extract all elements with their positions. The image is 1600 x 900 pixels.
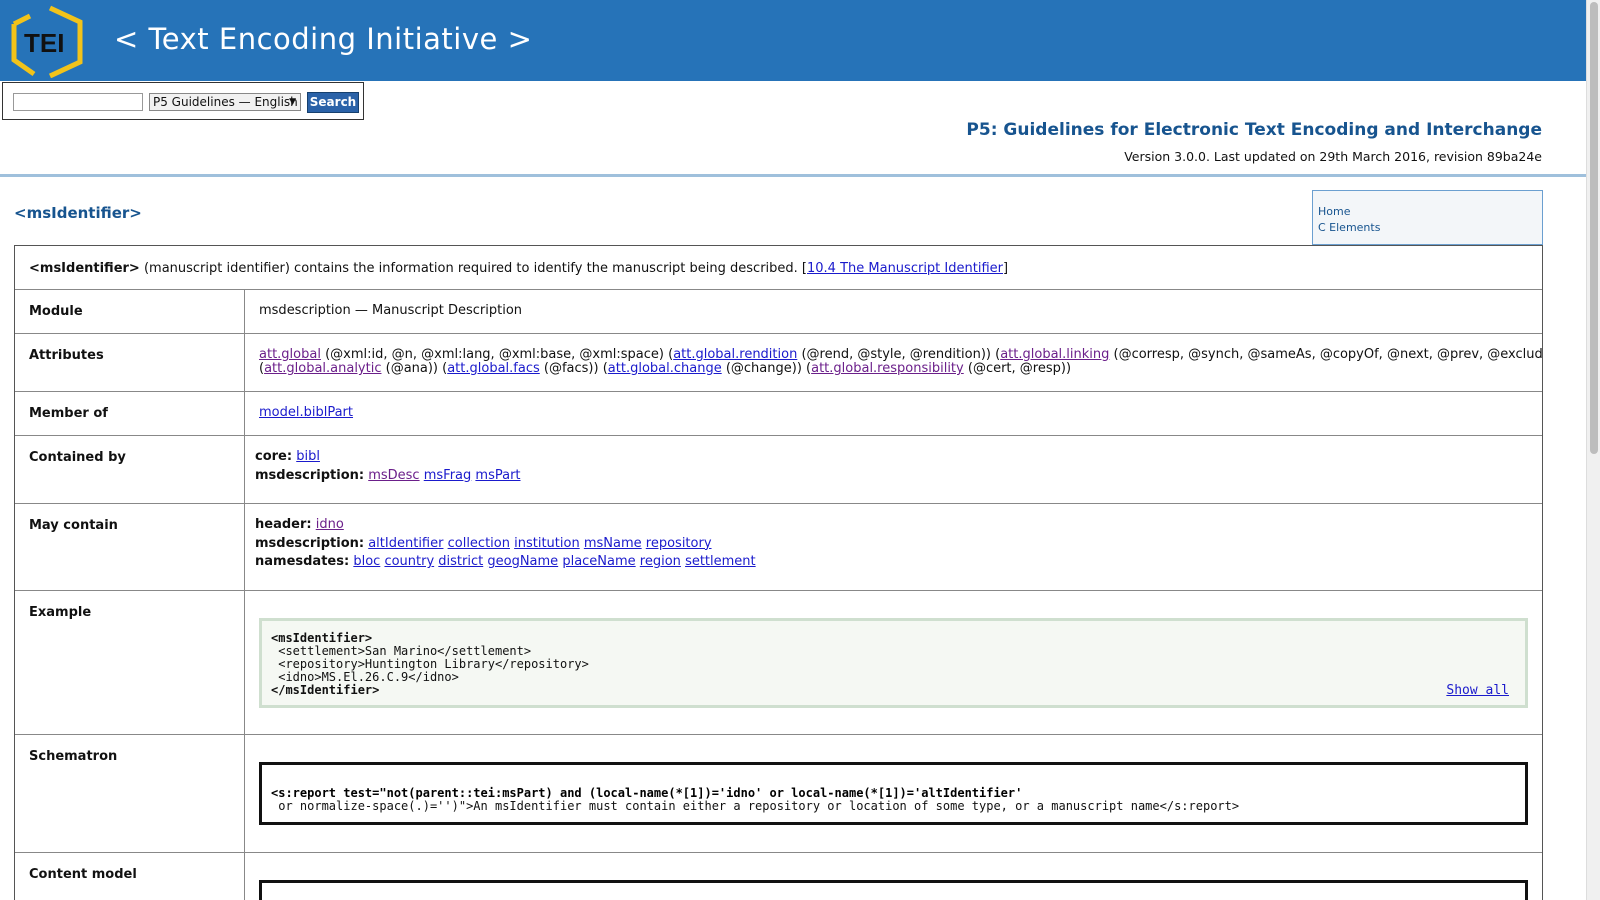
element-link[interactable]: repository: [646, 536, 712, 551]
example-row: Example <msIdentifier> <settlement>San M…: [15, 591, 1542, 735]
element-link[interactable]: settlement: [685, 554, 756, 569]
element-spec-table: <msIdentifier> (manuscript identifier) c…: [14, 245, 1543, 900]
header-divider: [0, 174, 1586, 177]
attribute-class-link[interactable]: att.global: [259, 347, 321, 362]
element-link[interactable]: bloc: [353, 554, 380, 569]
module-name: msdescription:: [255, 467, 365, 483]
element-link[interactable]: collection: [448, 536, 510, 551]
may-contain-row: May contain header: idno msdescription: …: [15, 504, 1542, 591]
content-model-row: Content model: [15, 853, 1542, 900]
attribute-class-link[interactable]: att.global.rendition: [673, 347, 797, 362]
row-label: Member of: [29, 406, 108, 421]
element-link[interactable]: district: [438, 554, 483, 569]
module-name: header:: [255, 517, 312, 532]
attribute-list: (@xml:id, @n, @xml:lang, @xml:base, @xml…: [320, 347, 674, 362]
description-element-name: <msIdentifier>: [29, 261, 140, 276]
element-link[interactable]: idno: [316, 517, 344, 532]
manuscript-identifier-section-link[interactable]: 10.4 The Manuscript Identifier: [807, 261, 1003, 276]
description-row: <msIdentifier> (manuscript identifier) c…: [15, 246, 1542, 290]
row-label: May contain: [29, 518, 118, 533]
side-navigation: Home C Elements: [1312, 190, 1543, 245]
page-title: <msIdentifier>: [14, 204, 142, 222]
attributes-value: att.global (@xml:id, @n, @xml:lang, @xml…: [259, 347, 1543, 376]
element-link[interactable]: msDesc: [368, 468, 419, 483]
attributes-row: Attributes att.global (@xml:id, @n, @xml…: [15, 334, 1542, 392]
attribute-list: (@change)) (: [721, 361, 812, 376]
element-link[interactable]: region: [640, 554, 681, 569]
description-text: (manuscript identifier) contains the inf…: [139, 261, 807, 276]
attribute-class-link[interactable]: att.global.analytic: [264, 361, 381, 376]
module-group: header: idno: [255, 516, 756, 535]
attribute-list: (@rend, @style, @rendition)) (: [797, 347, 1001, 362]
example-code-block: <msIdentifier> <settlement>San Marino</s…: [259, 618, 1528, 708]
module-name: msdescription:: [255, 535, 365, 551]
description-close: ]: [1002, 261, 1009, 276]
site-banner: TEI < Text Encoding Initiative >: [0, 0, 1586, 81]
schematron-code-block: <s:report test="not(parent::tei:msPart) …: [259, 762, 1528, 825]
attribute-list: (@corresp, @synch, @sameAs, @copyOf, @ne…: [1113, 347, 1543, 362]
element-link[interactable]: altIdentifier: [368, 536, 443, 551]
row-label: Content model: [29, 867, 137, 882]
search-form: P5 Guidelines — English ▼ Search: [2, 82, 364, 120]
row-label: Example: [29, 605, 92, 620]
module-group: msdescription: msDesc msFrag msPart: [255, 467, 521, 486]
element-link[interactable]: msFrag: [424, 468, 472, 483]
page-scrollbar[interactable]: [1586, 0, 1600, 900]
element-link[interactable]: institution: [514, 536, 580, 551]
module-name: namesdates:: [255, 554, 350, 569]
svg-text:TEI: TEI: [24, 28, 64, 58]
row-label: Attributes: [29, 348, 104, 363]
scrollbar-thumb[interactable]: [1590, 2, 1598, 454]
guidelines-title: P5: Guidelines for Electronic Text Encod…: [966, 120, 1542, 140]
code-line: <idno>MS.El.26.C.9</idno>: [271, 670, 459, 684]
content-model-code-block: [259, 880, 1528, 900]
element-description: <msIdentifier> (manuscript identifier) c…: [29, 261, 1008, 276]
module-group: msdescription: altIdentifier collection …: [255, 535, 756, 554]
element-link[interactable]: bibl: [296, 449, 320, 464]
attribute-class-link[interactable]: att.global.responsibility: [811, 361, 964, 376]
schematron-row: Schematron <s:report test="not(parent::t…: [15, 735, 1542, 853]
site-title: < Text Encoding Initiative >: [114, 22, 533, 56]
module-group: namesdates: bloc country district geogNa…: [255, 553, 756, 572]
element-link[interactable]: placeName: [562, 554, 635, 569]
member-of-row: Member of model.biblPart: [15, 392, 1542, 436]
attribute-class-link[interactable]: att.global.linking: [1000, 347, 1109, 362]
module-value: msdescription — Manuscript Description: [259, 303, 523, 318]
nav-link-home[interactable]: Home: [1318, 204, 1537, 220]
dropdown-arrow-icon: ▼: [289, 97, 296, 107]
select-value: P5 Guidelines — English: [153, 95, 298, 109]
attribute-class-link[interactable]: att.global.change: [608, 361, 722, 376]
model-link[interactable]: model.biblPart: [259, 405, 353, 420]
search-input[interactable]: [13, 93, 143, 111]
element-link[interactable]: country: [384, 554, 434, 569]
row-label: Contained by: [29, 450, 126, 465]
row-label: Schematron: [29, 749, 118, 764]
may-contain-value: header: idno msdescription: altIdentifie…: [255, 516, 756, 572]
contained-by-value: core: bibl msdescription: msDesc msFrag …: [255, 448, 521, 485]
row-label: Module: [29, 304, 83, 319]
code-line: </msIdentifier>: [271, 683, 380, 697]
guidelines-language-select[interactable]: P5 Guidelines — English ▼: [149, 93, 301, 111]
module-row: Module msdescription — Manuscript Descri…: [15, 290, 1542, 334]
code-line: or normalize-space(.)='')">An msIdentifi…: [271, 799, 1240, 813]
attribute-list: (@cert, @resp)): [963, 361, 1072, 376]
search-button[interactable]: Search: [307, 92, 359, 113]
element-link[interactable]: msPart: [475, 468, 520, 483]
tei-logo-icon[interactable]: TEI: [10, 4, 84, 78]
show-all-link[interactable]: Show all: [1446, 684, 1509, 697]
attribute-list: (@ana)) (: [381, 361, 448, 376]
element-link[interactable]: msName: [584, 536, 642, 551]
contained-by-row: Contained by core: bibl msdescription: m…: [15, 436, 1542, 504]
module-name: core:: [255, 449, 293, 464]
element-link[interactable]: geogName: [487, 554, 558, 569]
attribute-list: (@facs)) (: [539, 361, 608, 376]
member-of-value: model.biblPart: [259, 406, 353, 420]
attribute-class-link[interactable]: att.global.facs: [447, 361, 540, 376]
module-group: core: bibl: [255, 448, 521, 467]
version-info: Version 3.0.0. Last updated on 29th Marc…: [1124, 149, 1542, 164]
nav-link-c-elements[interactable]: C Elements: [1318, 220, 1537, 236]
